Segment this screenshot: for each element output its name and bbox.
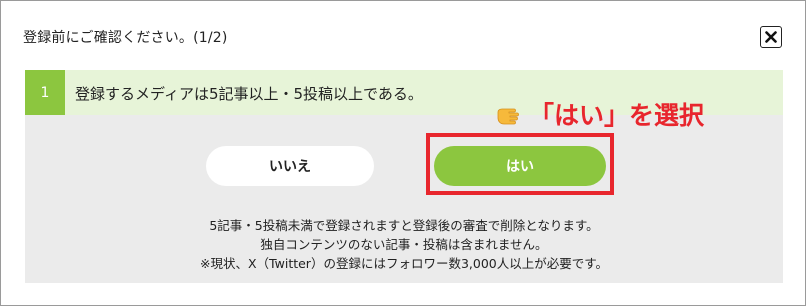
no-button[interactable]: いいえ (206, 146, 374, 186)
question-number: 1 (25, 70, 65, 115)
note-line: 5記事・5投稿未満で登録されますと登録後の審査で削除となります。 (209, 218, 599, 233)
notes: 5記事・5投稿未満で登録されますと登録後の審査で削除となります。 独自コンテンツ… (25, 216, 783, 273)
annotation-callout: 「はい」を選択 (495, 96, 704, 132)
note-line: ※現状、X（Twitter）の登録にはフォロワー数3,000人以上が必要です。 (200, 256, 608, 271)
pointing-hand-icon (497, 108, 519, 125)
dialog-title: 登録前にご確認ください。(1/2) (23, 30, 228, 46)
close-button[interactable] (760, 26, 782, 48)
note-line: 独自コンテンツのない記事・投稿は含まれません。 (260, 237, 548, 252)
question-text: 登録するメディアは5記事以上・5投稿以上である。 (75, 85, 423, 103)
annotation-text: 「はい」を選択 (529, 101, 705, 130)
highlight-box (426, 133, 614, 195)
close-icon (765, 31, 777, 43)
confirmation-dialog: 登録前にご確認ください。(1/2) 1 登録するメディアは5記事以上・5投稿以上… (0, 0, 806, 306)
question-panel: 1 登録するメディアは5記事以上・5投稿以上である。 「はい」を選択 いいえ は… (25, 70, 783, 283)
